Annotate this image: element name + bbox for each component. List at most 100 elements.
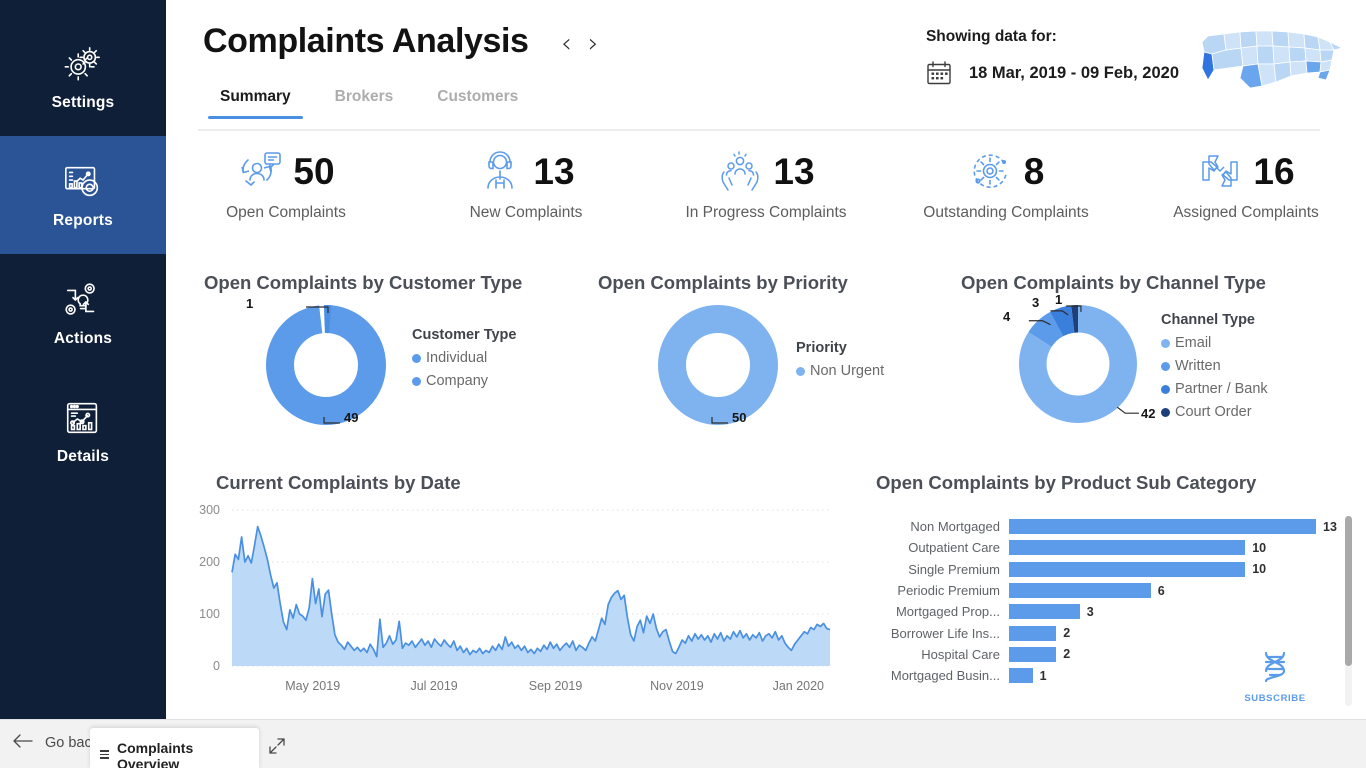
legend-swatch [412, 376, 421, 386]
prev-page-button[interactable]: ‹ [561, 30, 572, 57]
bar-row[interactable]: Borrower Life Ins... 2 [866, 622, 1366, 643]
bar-value-label: 3 [1086, 604, 1094, 619]
sidebar-item-actions[interactable]: Actions [0, 254, 166, 372]
bar-fill[interactable] [1009, 604, 1080, 620]
bar-row[interactable]: Periodic Premium 6 [866, 580, 1366, 601]
donut-label-individual: 49 [344, 410, 359, 425]
page-tab-label: Complaints Overview [117, 739, 194, 768]
y-axis-tick: 0 [213, 659, 220, 673]
kpi-value: 13 [533, 150, 575, 192]
kpi-open-complaints: 50 Open Complaints [166, 150, 406, 250]
bar-row[interactable]: Mortgaged Prop... 3 [866, 601, 1366, 622]
page-header: Complaints Analysis ‹ › Summary Brokers … [166, 0, 1366, 133]
bar-fill[interactable] [1009, 625, 1057, 641]
legend-item[interactable]: Email [1161, 335, 1268, 351]
legend-item[interactable]: Individual [412, 350, 516, 366]
legend-label: Partner / Bank [1175, 381, 1268, 397]
x-axis-tick: Sep 2019 [529, 679, 583, 693]
legend-label: Non Urgent [810, 363, 885, 379]
sidebar-item-reports[interactable]: Reports [0, 136, 166, 254]
legend-title: Channel Type [1161, 312, 1255, 328]
legend-swatch [1161, 384, 1170, 394]
legend-title: Customer Type [412, 327, 517, 343]
kpi-assigned-complaints: 16 Assigned Complaints [1126, 150, 1366, 250]
kpi-inprogress-complaints: 13 In Progress Complaints [646, 150, 886, 250]
legend-customer-type: Customer Type Individual Company [412, 327, 516, 389]
bar-value-label: 2 [1063, 626, 1071, 641]
bar-value-label: 13 [1323, 519, 1337, 534]
gears-icon [60, 43, 106, 85]
x-axis-tick: Jan 2020 [773, 679, 824, 693]
next-page-button[interactable]: › [588, 30, 599, 57]
kpi-row: 50 Open Complaints 13 New Complaints 13 … [166, 150, 1366, 250]
report-app: Settings Reports Actions Details Complai… [0, 0, 1366, 768]
area-chart-canvas[interactable]: 0 100 200 300 May 2019 Jul 2019 Sep 2019 Nov 20… [180, 500, 840, 700]
arrow-left-icon [13, 734, 33, 752]
analytics-window-icon [60, 397, 106, 439]
subscribe-label: SUBSCRIBE [1244, 693, 1306, 704]
collapse-arrows-icon[interactable] [268, 738, 286, 759]
go-back-button[interactable]: Go back [13, 734, 99, 752]
area-fill [232, 526, 830, 666]
donut-label-court-order: 1 [1055, 292, 1063, 307]
legend-item[interactable]: Non Urgent [796, 363, 884, 379]
chart-title: Open Complaints by Channel Type [961, 272, 1266, 293]
bar-fill[interactable] [1009, 540, 1246, 556]
bar-scrollbar-thumb[interactable] [1345, 516, 1352, 666]
donut-label-company: 1 [246, 296, 254, 311]
donut-label-partner-bank: 3 [1032, 295, 1040, 310]
donut-priority[interactable]: 50 [658, 305, 778, 430]
headset-agent-icon [477, 150, 523, 192]
customer-support-cycle-icon [237, 150, 283, 192]
kpi-value: 13 [773, 150, 815, 192]
gear-orbit-icon [968, 150, 1014, 192]
tab-summary[interactable]: Summary [198, 88, 313, 119]
x-axis-tick: May 2019 [285, 679, 340, 693]
bottom-bar: Go back Complaints Overview [0, 719, 1366, 768]
chart-title: Open Complaints by Product Sub Category [876, 472, 1257, 493]
kpi-new-complaints: 13 New Complaints [406, 150, 646, 250]
kpi-label: Open Complaints [226, 204, 346, 221]
sidebar-item-details[interactable]: Details [0, 372, 166, 490]
bar-value-label: 10 [1252, 562, 1267, 577]
kpi-label: New Complaints [469, 204, 583, 221]
subscribe-watermark: SUBSCRIBE [1232, 647, 1318, 704]
legend-item[interactable]: Court Order [1161, 404, 1268, 420]
legend-item[interactable]: Partner / Bank [1161, 381, 1268, 397]
donut-label-non-urgent: 50 [732, 410, 747, 425]
legend-item[interactable]: Written [1161, 358, 1268, 374]
donut-customer-type[interactable]: 1 49 [246, 296, 386, 430]
bar-fill[interactable] [1009, 583, 1151, 599]
bar-fill[interactable] [1009, 646, 1057, 662]
donut-channel-type[interactable]: 1 3 4 42 [1003, 292, 1155, 428]
legend-item[interactable]: Company [412, 373, 516, 389]
bar-value-label: 1 [1039, 668, 1047, 683]
date-range-value[interactable]: 18 Mar, 2019 - 09 Feb, 2020 [969, 64, 1179, 83]
legend-label: Email [1175, 335, 1212, 351]
tab-customers[interactable]: Customers [415, 88, 540, 119]
donut-label-written: 4 [1003, 309, 1011, 324]
bar-row[interactable]: Single Premium 10 [866, 559, 1366, 580]
sidebar-item-settings[interactable]: Settings [0, 18, 166, 136]
bar-category-label: Borrower Life Ins... [890, 625, 1000, 641]
page-tab-complaints-overview[interactable]: Complaints Overview [90, 728, 259, 768]
hamburger-icon[interactable] [100, 749, 109, 760]
bar-fill[interactable] [1009, 561, 1246, 577]
legend-title: Priority [796, 340, 847, 356]
bar-category-label: Non Mortgaged [910, 519, 1000, 535]
bar-row[interactable]: Non Mortgaged 13 [866, 516, 1366, 537]
tab-divider [198, 129, 1320, 131]
bar-category-label: Outpatient Care [908, 540, 1000, 556]
kpi-value: 16 [1253, 150, 1295, 192]
kpi-outstanding-complaints: 8 Outstanding Complaints [886, 150, 1126, 250]
bar-fill[interactable] [1009, 668, 1033, 684]
legend-swatch [412, 353, 421, 363]
calendar-icon [926, 60, 952, 86]
bar-category-label: Hospital Care [921, 646, 1000, 662]
report-dashboard-icon [60, 161, 106, 203]
bar-row[interactable]: Outpatient Care 10 [866, 537, 1366, 558]
bar-fill[interactable] [1009, 519, 1316, 535]
tab-brokers[interactable]: Brokers [313, 88, 416, 119]
chart-current-complaints-by-date: Current Complaints by Date 0 100 200 300 May… [180, 472, 840, 702]
donut-charts-row: Open Complaints by Customer Type 1 49 Cu… [166, 272, 1366, 457]
